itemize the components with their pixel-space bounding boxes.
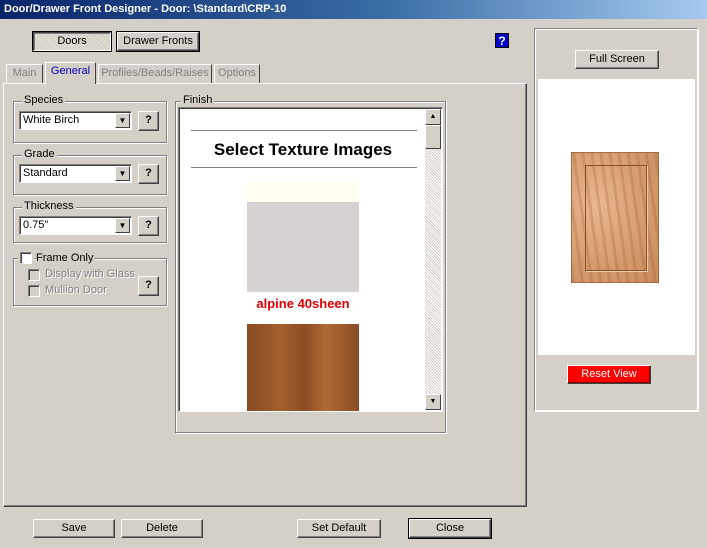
texture-name[interactable]: alpine 40sheen	[179, 296, 427, 311]
dropdown-arrow-icon[interactable]: ▼	[115, 166, 130, 181]
display-with-glass-label: Display with Glass	[45, 268, 135, 280]
mullion-door-checkbox[interactable]	[28, 285, 40, 297]
thickness-value: 0.75"	[23, 219, 49, 231]
grade-label: Grade	[22, 148, 57, 160]
help-icon[interactable]: ?	[495, 33, 509, 48]
display-with-glass-checkbox[interactable]	[28, 269, 40, 281]
reset-view-button[interactable]: Reset View	[567, 365, 651, 384]
scroll-down-icon[interactable]: ▼	[425, 394, 441, 410]
save-button[interactable]: Save	[33, 519, 115, 538]
delete-button[interactable]: Delete	[121, 519, 203, 538]
tab-general[interactable]: General	[45, 62, 96, 84]
frame-only-checkbox[interactable]	[18, 250, 34, 266]
frame-only-label: Frame Only	[36, 252, 96, 264]
species-label: Species	[22, 94, 66, 106]
thickness-help-button[interactable]: ?	[138, 216, 159, 236]
finish-label: Finish	[181, 94, 215, 106]
tab-options[interactable]: Options	[214, 64, 260, 83]
set-default-button[interactable]: Set Default	[297, 519, 381, 538]
scroll-thumb[interactable]	[425, 125, 441, 149]
tab-profiles-beads-raises[interactable]: Profiles/Beads/Raises	[98, 64, 212, 83]
texture-scrollbar[interactable]: ▲ ▼	[425, 109, 441, 410]
species-select[interactable]: White Birch ▼	[19, 111, 132, 130]
frame-only-help-button[interactable]: ?	[138, 276, 159, 296]
texture-heading: Select Texture Images	[213, 140, 393, 159]
dropdown-arrow-icon[interactable]: ▼	[115, 218, 130, 233]
doors-button[interactable]: Doors	[32, 31, 112, 52]
close-button[interactable]: Close	[408, 518, 492, 539]
texture-swatch-wood[interactable]	[247, 324, 359, 411]
drawer-fronts-button[interactable]: Drawer Fronts	[116, 31, 200, 52]
texture-swatch-top	[247, 182, 359, 202]
scroll-up-icon[interactable]: ▲	[425, 109, 441, 125]
thickness-select[interactable]: 0.75" ▼	[19, 216, 132, 235]
species-value: White Birch	[23, 114, 80, 126]
grade-value: Standard	[23, 167, 68, 179]
tab-main[interactable]: Main	[6, 64, 43, 83]
texture-browser[interactable]: Select Texture Images alpine 40sheen ▲ ▼	[178, 107, 443, 412]
mullion-door-label: Mullion Door	[45, 284, 107, 296]
door-preview[interactable]	[538, 79, 695, 355]
thickness-label: Thickness	[22, 200, 76, 212]
texture-swatch-alpine[interactable]	[247, 202, 359, 292]
full-screen-button[interactable]: Full Screen	[575, 50, 659, 69]
dropdown-arrow-icon[interactable]: ▼	[115, 113, 130, 128]
grade-select[interactable]: Standard ▼	[19, 164, 132, 183]
divider	[191, 167, 417, 168]
grade-help-button[interactable]: ?	[138, 164, 159, 184]
window-title-bar[interactable]: Door/Drawer Front Designer - Door: \Stan…	[0, 0, 707, 19]
divider	[191, 130, 417, 131]
species-help-button[interactable]: ?	[138, 111, 159, 131]
door-image	[571, 152, 659, 283]
window-title: Door/Drawer Front Designer - Door: \Stan…	[4, 3, 287, 15]
door-panel	[585, 165, 647, 271]
